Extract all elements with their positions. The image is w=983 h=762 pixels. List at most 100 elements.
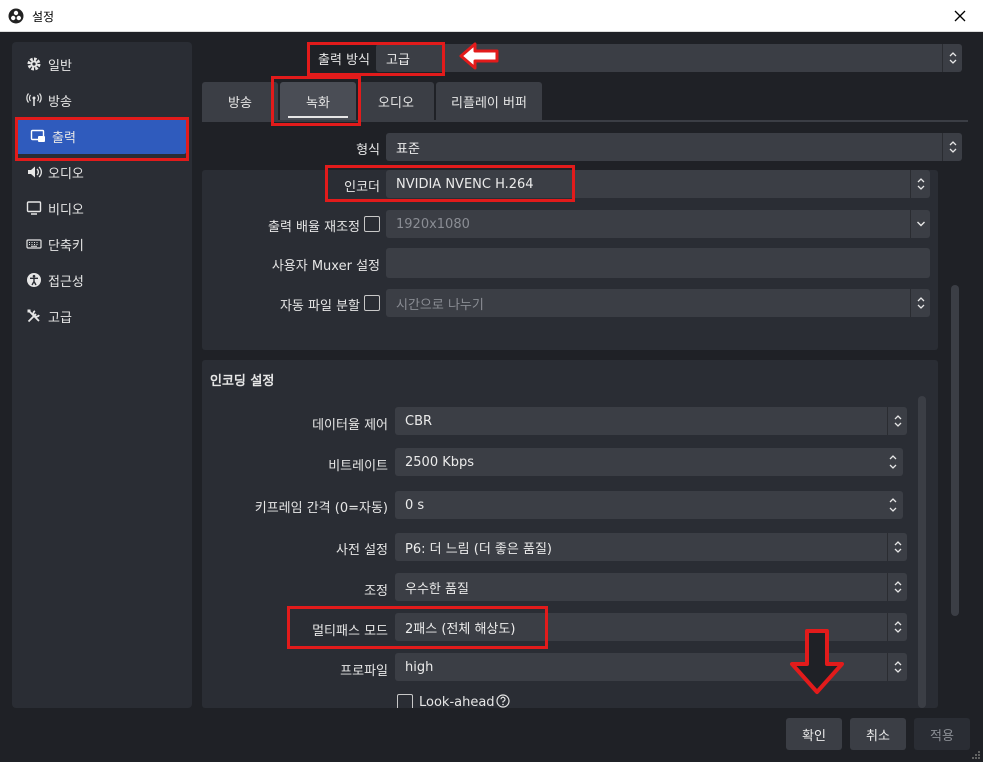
output-settings-content: 출력 방식 고급 방송 녹화 오디오 리플레이 버퍼 형식 표준 인코더 NVI (200, 42, 970, 710)
updown-arrows-icon (942, 44, 962, 72)
output-monitor-icon (30, 129, 45, 142)
rescale-label: 출력 배율 재조정 (268, 220, 360, 235)
encoder-value: NVIDIA NVENC H.264 (396, 176, 534, 192)
tab-label: 리플레이 버퍼 (451, 95, 527, 111)
sidebar-item-hotkeys[interactable]: 단축키 (12, 226, 192, 262)
sidebar-item-general[interactable]: 일반 (12, 46, 192, 82)
spin-arrows-icon (883, 491, 903, 519)
keyboard-icon (26, 239, 42, 249)
multipass-label: 멀티패스 모드 (312, 624, 388, 639)
button-label: 취소 (866, 728, 890, 744)
content-scrollbar[interactable] (951, 285, 959, 616)
format-value: 표준 (396, 141, 420, 157)
muxer-input[interactable] (386, 248, 930, 278)
tab-divider (202, 120, 968, 122)
split-label: 자동 파일 분할 (279, 299, 360, 314)
sidebar-item-label: 오디오 (48, 166, 84, 182)
sidebar-item-video[interactable]: 비디오 (12, 190, 192, 226)
tab-label: 녹화 (306, 95, 330, 111)
broadcast-antenna-icon (26, 93, 42, 106)
sidebar-item-label: 고급 (48, 310, 72, 326)
rate-control-value: CBR (405, 413, 433, 429)
format-select[interactable]: 표준 (386, 133, 962, 161)
settings-window: 일반 방송 출력 오디오 비디오 단축키 접근성 고급 출력 방식 고급 방송 … (0, 32, 983, 762)
updown-arrows-icon (887, 533, 907, 561)
gear-icon (27, 57, 41, 71)
updown-arrows-icon (910, 289, 930, 317)
chevron-down-icon (910, 210, 930, 238)
split-select[interactable]: 시간으로 나누기 (386, 289, 930, 317)
preset-label: 사전 설정 (336, 543, 388, 558)
sidebar-item-label: 단축키 (48, 238, 84, 254)
output-mode-value: 고급 (386, 52, 410, 68)
tuning-label: 조정 (364, 584, 388, 599)
split-value: 시간으로 나누기 (396, 297, 484, 313)
rate-control-label: 데이터율 제어 (312, 418, 388, 433)
rescale-value: 1920x1080 (396, 216, 470, 232)
encoding-scrollbar[interactable] (918, 396, 926, 708)
preset-select[interactable]: P6: 더 느림 (더 좋은 품질) (395, 533, 907, 561)
preset-value: P6: 더 느림 (더 좋은 품질) (405, 541, 552, 557)
tab-recording[interactable]: 녹화 (280, 82, 356, 120)
bitrate-spinbox[interactable]: 2500 Kbps (395, 448, 903, 476)
sidebar-item-advanced[interactable]: 고급 (12, 298, 192, 334)
tuning-value: 우수한 품질 (405, 581, 469, 597)
tab-audio[interactable]: 오디오 (358, 82, 434, 120)
encoder-label: 인코더 (344, 180, 380, 195)
keyframe-spinbox[interactable]: 0 s (395, 491, 903, 519)
tools-icon (27, 309, 40, 323)
ok-button[interactable]: 확인 (786, 718, 842, 750)
rescale-checkbox[interactable] (364, 216, 380, 232)
sidebar: 일반 방송 출력 오디오 비디오 단축키 접근성 고급 (12, 42, 192, 708)
sidebar-item-label: 방송 (48, 94, 72, 110)
encoder-select[interactable]: NVIDIA NVENC H.264 (386, 170, 930, 198)
tab-label: 방송 (228, 95, 252, 111)
tab-stream[interactable]: 방송 (202, 82, 278, 120)
help-icon[interactable] (495, 694, 510, 708)
rescale-select[interactable]: 1920x1080 (386, 210, 930, 238)
split-checkbox[interactable] (364, 295, 380, 311)
updown-arrows-icon (887, 573, 907, 601)
format-label: 형식 (356, 143, 380, 158)
updown-arrows-icon (887, 613, 907, 641)
sidebar-item-label: 비디오 (48, 202, 84, 218)
keyframe-value: 0 s (405, 497, 425, 513)
sidebar-item-output[interactable]: 출력 (16, 118, 186, 154)
window-title: 설정 (32, 10, 55, 24)
updown-arrows-icon (887, 407, 907, 435)
cancel-button[interactable]: 취소 (850, 718, 906, 750)
button-label: 적용 (930, 728, 954, 744)
close-icon (954, 10, 966, 22)
tab-label: 오디오 (378, 95, 414, 111)
output-mode-select[interactable]: 고급 (376, 44, 962, 72)
profile-select[interactable]: high (395, 653, 907, 681)
sidebar-item-label: 출력 (52, 130, 76, 146)
resize-grip-icon[interactable] (971, 750, 981, 760)
speaker-icon (28, 166, 42, 178)
obs-logo-icon (8, 8, 24, 24)
muxer-label: 사용자 Muxer 설정 (271, 259, 380, 274)
bitrate-label: 비트레이트 (328, 459, 388, 474)
sidebar-item-audio[interactable]: 오디오 (12, 154, 192, 190)
encoding-settings-title: 인코딩 설정 (210, 374, 275, 389)
multipass-select[interactable]: 2패스 (전체 해상도) (395, 613, 907, 641)
dialog-footer: 확인 취소 적용 (0, 708, 983, 762)
keyframe-label: 키프레임 간격 (0=자동) (254, 501, 388, 516)
sidebar-item-accessibility[interactable]: 접근성 (12, 262, 192, 298)
sidebar-item-stream[interactable]: 방송 (12, 82, 192, 118)
rate-control-select[interactable]: CBR (395, 407, 907, 435)
profile-label: 프로파일 (340, 664, 388, 679)
tab-replay-buffer[interactable]: 리플레이 버퍼 (436, 82, 542, 120)
output-mode-label: 출력 방식 (318, 53, 370, 68)
title-bar: 설정 (0, 0, 983, 32)
apply-button[interactable]: 적용 (914, 718, 970, 750)
close-button[interactable] (937, 0, 983, 32)
profile-value: high (405, 659, 434, 675)
bitrate-value: 2500 Kbps (405, 454, 475, 470)
button-label: 확인 (802, 728, 826, 744)
updown-arrows-icon (942, 133, 962, 161)
updown-arrows-icon (887, 653, 907, 681)
sidebar-item-label: 일반 (48, 58, 72, 74)
tuning-select[interactable]: 우수한 품질 (395, 573, 907, 601)
multipass-value: 2패스 (전체 해상도) (405, 621, 516, 637)
